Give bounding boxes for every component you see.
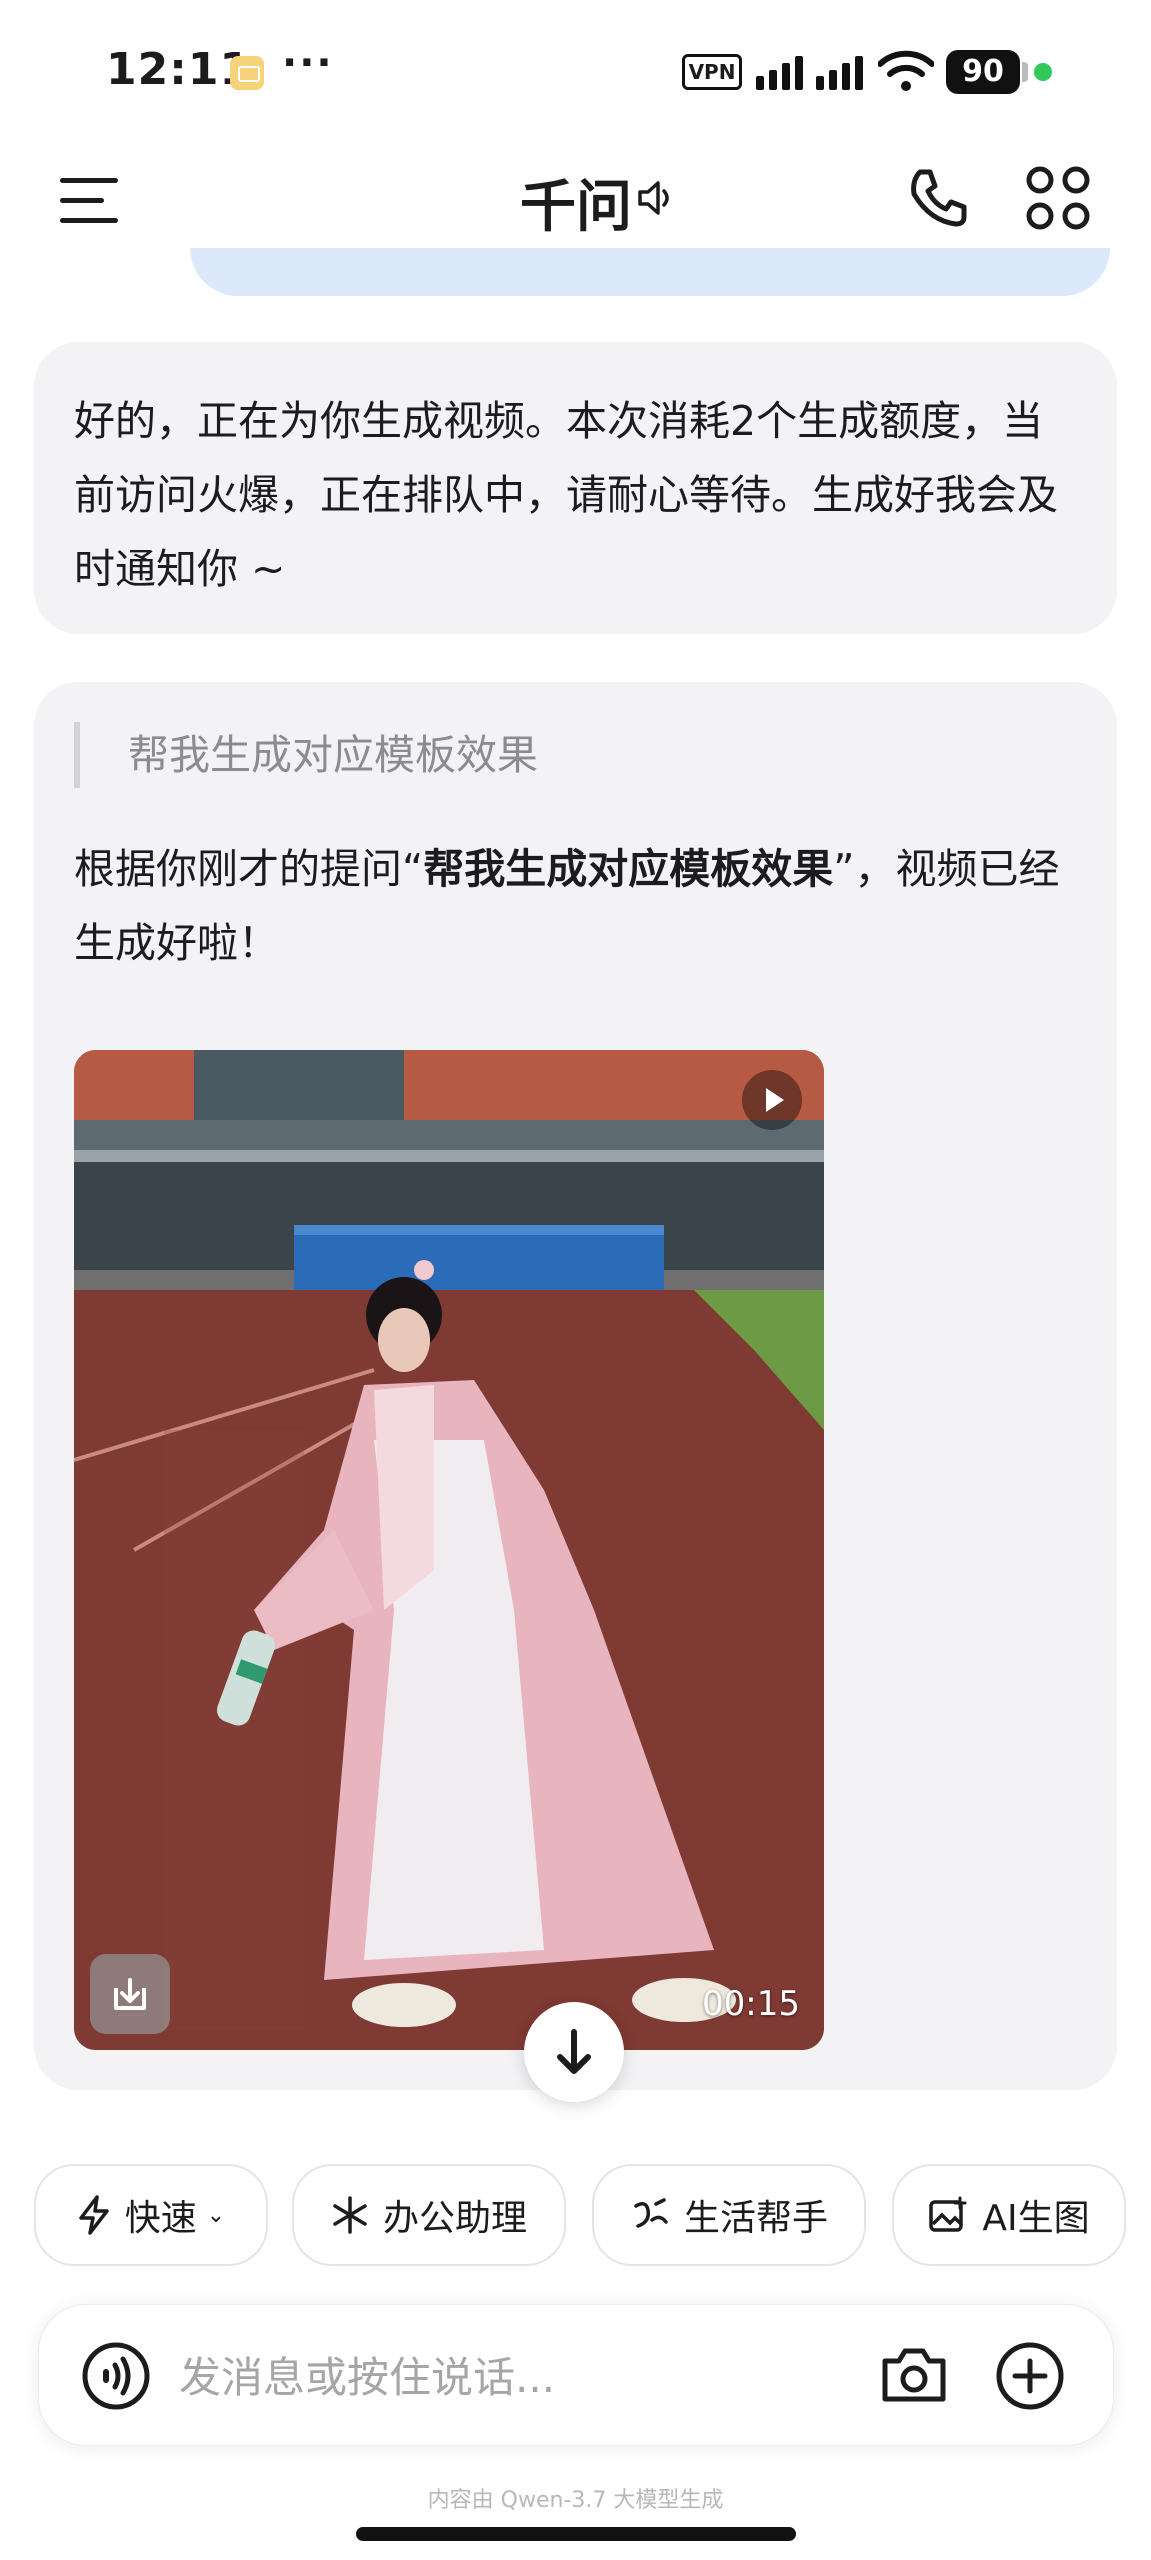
vpn-badge: VPN — [682, 54, 742, 90]
life-helper-button[interactable]: 生活帮手 — [592, 2164, 866, 2266]
status-bar: 12:11 ··· VPN 90 — [0, 0, 1151, 140]
tool-chips: 快速 ⌄ 办公助理 生活帮手 AI生图 — [34, 2164, 1134, 2268]
message-input[interactable] — [179, 2351, 899, 2403]
video-player[interactable]: 00:15 — [74, 1050, 824, 2050]
message-text: 好的，正在为你生成视频。本次消耗2个生成额度，当前访问火爆，正在排队中，请耐心等… — [74, 397, 1058, 593]
lightning-icon — [77, 2195, 111, 2235]
voice-icon[interactable] — [81, 2341, 151, 2415]
chevron-down-icon: ⌄ — [206, 2202, 226, 2228]
play-icon[interactable] — [742, 1070, 802, 1130]
message-text: 根据你刚才的提问“帮我生成对应模板效果”，视频已经生成好啦！ — [74, 845, 1060, 967]
plus-icon[interactable] — [995, 2341, 1065, 2415]
signal-icon — [756, 56, 863, 90]
battery-tip — [1022, 62, 1028, 82]
assistant-video-message: 帮我生成对应模板效果 根据你刚才的提问“帮我生成对应模板效果”，视频已经生成好啦… — [34, 682, 1117, 2090]
home-indicator[interactable] — [356, 2527, 796, 2541]
notification-app-icon — [230, 56, 264, 90]
page-title: 千问 — [520, 175, 632, 240]
sparkle-icon — [331, 2196, 369, 2234]
previous-user-bubble — [190, 248, 1110, 296]
apps-icon[interactable] — [1024, 164, 1092, 232]
video-duration: 00:15 — [702, 1984, 800, 2024]
privacy-indicator-dot — [1034, 63, 1052, 81]
menu-icon[interactable] — [60, 178, 124, 223]
image-plus-icon — [928, 2196, 968, 2234]
assistant-message: 好的，正在为你生成视频。本次消耗2个生成额度，当前访问火爆，正在排队中，请耐心等… — [34, 342, 1117, 634]
mode-fast-label: 快速 — [124, 2198, 197, 2239]
arrow-down-icon[interactable] — [524, 2002, 624, 2102]
life-helper-label: 生活帮手 — [683, 2198, 828, 2239]
ai-image-button[interactable]: AI生图 — [892, 2164, 1126, 2266]
phone-icon[interactable] — [906, 166, 970, 230]
app-header: 千问 — [0, 140, 1151, 260]
mode-fast-button[interactable]: 快速 ⌄ — [34, 2164, 268, 2266]
camera-icon[interactable] — [879, 2343, 949, 2411]
download-icon[interactable] — [90, 1954, 170, 2034]
quoted-prompt: 帮我生成对应模板效果 — [74, 722, 538, 788]
message-input-bar — [38, 2304, 1114, 2446]
office-assistant-button[interactable]: 办公助理 — [292, 2164, 566, 2266]
ai-image-label: AI生图 — [982, 2198, 1090, 2239]
video-thumbnail — [74, 1050, 824, 2050]
assistant-icon — [630, 2196, 670, 2234]
speaker-icon[interactable] — [636, 178, 676, 218]
wifi-icon — [878, 50, 934, 91]
more-notifications-icon: ··· — [282, 40, 334, 86]
model-disclaimer: 内容由 Qwen-3.7 大模型生成 — [427, 2488, 724, 2513]
battery-indicator: 90 — [946, 50, 1020, 94]
office-assistant-label: 办公助理 — [382, 2198, 527, 2239]
highlighted-prompt: 帮我生成对应模板效果 — [423, 845, 834, 893]
